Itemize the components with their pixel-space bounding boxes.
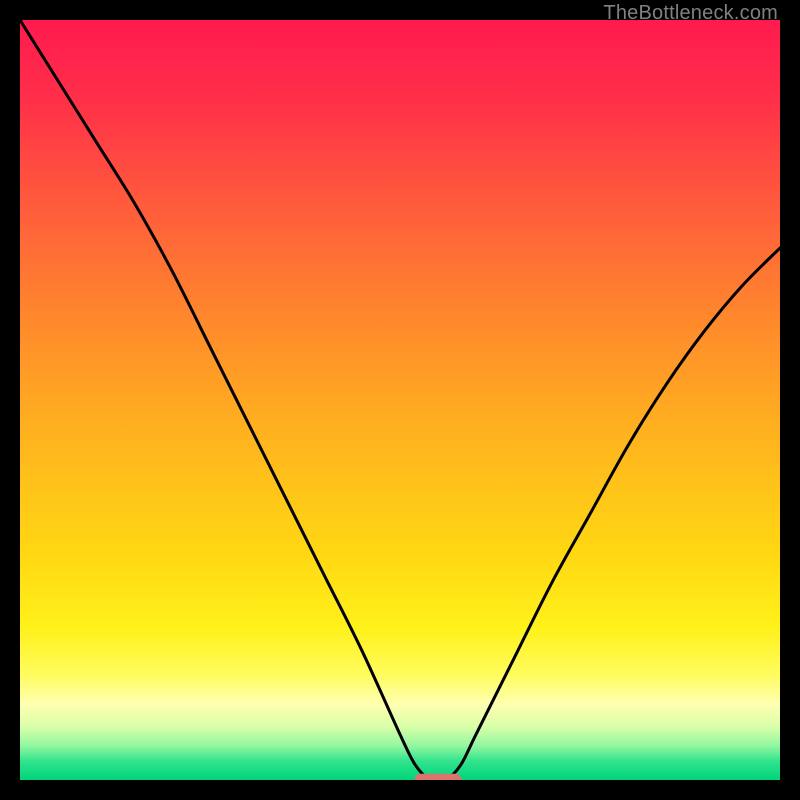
bottleneck-curve (20, 20, 780, 780)
chart-frame: TheBottleneck.com (0, 0, 800, 800)
minimum-marker (415, 774, 461, 780)
watermark-text: TheBottleneck.com (603, 2, 778, 25)
plot-area (20, 20, 780, 780)
curve-layer (20, 20, 780, 780)
